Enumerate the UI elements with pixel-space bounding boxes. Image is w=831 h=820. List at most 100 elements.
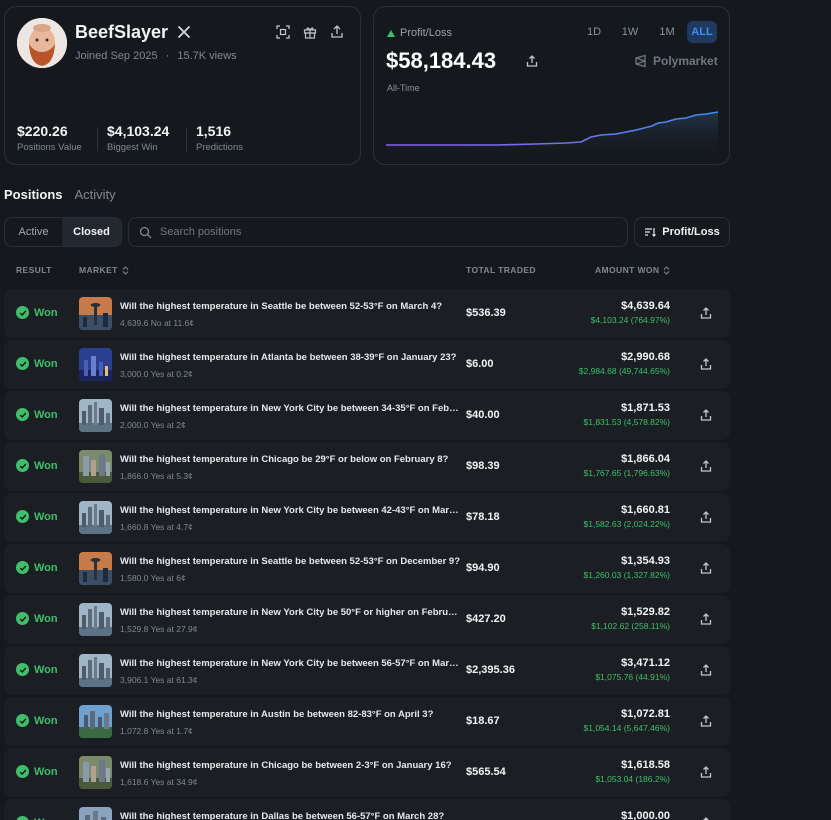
result-text: Won	[34, 459, 58, 472]
share-icon[interactable]	[525, 54, 539, 68]
range-1w[interactable]: 1W	[616, 21, 644, 43]
market-thumbnail-image	[79, 705, 112, 738]
share-icon[interactable]	[699, 306, 713, 320]
share-icon[interactable]	[699, 357, 713, 371]
result-badge: Won	[16, 459, 58, 472]
market-title[interactable]: Will the highest temperature in Atlanta …	[120, 352, 460, 363]
share-icon[interactable]	[699, 510, 713, 524]
table-row[interactable]: Won Will the highest temperature in Chica…	[4, 748, 730, 797]
polymarket-logo-icon	[635, 54, 646, 68]
amount-won: $4,639.64 $4,103.24 (764.97%)	[591, 300, 670, 325]
table-row[interactable]: Won Will the highest temperature in Austi…	[4, 697, 730, 746]
result-badge: Won	[16, 612, 58, 625]
stat-positions-value: $220.26 Positions Value	[17, 123, 82, 153]
divider	[97, 127, 98, 151]
column-label: RESULT	[16, 265, 52, 275]
result-badge: Won	[16, 765, 58, 778]
amount-won: $1,660.81 $1,582.63 (2,024.22%)	[584, 504, 670, 529]
sort-profit-loss-button[interactable]: Profit/Loss	[634, 217, 730, 247]
result-text: Won	[34, 306, 58, 319]
result-badge: Won	[16, 510, 58, 523]
table-row[interactable]: Won Will the highest temperature in Atlan…	[4, 340, 730, 389]
table-row[interactable]: Won Will the highest temperature in Seatt…	[4, 544, 730, 593]
market-title[interactable]: Will the highest temperature in Dallas b…	[120, 811, 460, 820]
stat-label: Predictions	[196, 142, 243, 153]
share-icon[interactable]	[699, 714, 713, 728]
share-icon[interactable]	[699, 765, 713, 779]
search-input[interactable]	[160, 226, 600, 238]
total-traded: $536.39	[466, 307, 506, 319]
share-icon[interactable]	[699, 408, 713, 422]
amount-won: $1,072.81 $1,054.14 (5,647.46%)	[584, 708, 670, 733]
share-icon[interactable]	[699, 663, 713, 677]
share-icon[interactable]	[699, 459, 713, 473]
amount-won: $1,000.00	[621, 810, 670, 820]
check-circle-icon	[16, 765, 29, 778]
column-label: AMOUNT WON	[595, 265, 660, 275]
market-title[interactable]: Will the highest temperature in New York…	[120, 403, 460, 414]
market-title[interactable]: Will the highest temperature in New York…	[120, 607, 460, 618]
range-1m[interactable]: 1M	[653, 21, 681, 43]
check-circle-icon	[16, 561, 29, 574]
amount-gain: $1,053.04 (186.2%)	[595, 774, 670, 784]
table-row[interactable]: Won Will the highest temperature in New Y…	[4, 646, 730, 695]
amount-gain: $1,767.65 (1,796.63%)	[583, 468, 670, 478]
scan-icon[interactable]	[275, 24, 291, 40]
amount-gain: $1,582.63 (2,024.22%)	[583, 519, 670, 529]
total-traded: $94.90	[466, 562, 500, 574]
market-title[interactable]: Will the highest temperature in Seattle …	[120, 556, 460, 567]
market-thumbnail-image	[79, 807, 112, 820]
tab-activity[interactable]: Activity	[75, 187, 116, 202]
market-title[interactable]: Will the highest temperature in Seattle …	[120, 301, 460, 312]
position-detail: 3,000.0 Yes at 0.2¢	[120, 369, 193, 379]
share-icon[interactable]	[329, 24, 345, 40]
gift-icon[interactable]	[302, 24, 318, 40]
avatar[interactable]	[17, 18, 67, 68]
table-row[interactable]: Won Will the highest temperature in Dalla…	[4, 799, 730, 820]
x-social-icon[interactable]	[177, 25, 191, 39]
tab-positions[interactable]: Positions	[4, 187, 63, 202]
position-detail: 2,000.0 Yes at 2¢	[120, 420, 186, 430]
market-thumbnail-image	[79, 297, 112, 330]
share-icon[interactable]	[699, 561, 713, 575]
range-1d[interactable]: 1D	[581, 21, 607, 43]
column-market[interactable]: MARKET	[79, 265, 129, 275]
market-title[interactable]: Will the highest temperature in Austin b…	[120, 709, 460, 720]
view-count: 15.7K views	[177, 50, 237, 62]
market-title[interactable]: Will the highest temperature in New York…	[120, 505, 460, 516]
check-circle-icon	[16, 816, 29, 820]
check-circle-icon	[16, 408, 29, 421]
amount-value: $1,618.58	[621, 759, 670, 771]
position-detail: 3,906.1 Yes at 61.3¢	[120, 675, 198, 685]
table-row[interactable]: Won Will the highest temperature in New Y…	[4, 493, 730, 542]
total-traded: $18.67	[466, 715, 500, 727]
filter-active-button[interactable]: Active	[5, 218, 62, 246]
pnl-card: Profit/Loss $58,184.43 All-Time 1D 1W 1M…	[373, 6, 730, 165]
table-row[interactable]: Won Will the highest temperature in Seatt…	[4, 289, 730, 338]
profile-card: BeefSlayer Joined Sep 2025 · 15.7K views…	[4, 6, 361, 165]
amount-won: $3,471.12 $1,075.76 (44.91%)	[595, 657, 670, 682]
amount-gain: $1,260.03 (1,327.82%)	[583, 570, 670, 580]
search-box	[128, 217, 628, 247]
market-thumbnail-image	[79, 552, 112, 585]
sort-arrows-icon	[122, 265, 129, 275]
market-thumbnail-image	[79, 399, 112, 432]
table-row[interactable]: Won Will the highest temperature in New Y…	[4, 391, 730, 440]
table-row[interactable]: Won Will the highest temperature in New Y…	[4, 595, 730, 644]
filter-closed-button[interactable]: Closed	[62, 218, 121, 246]
market-title[interactable]: Will the highest temperature in New York…	[120, 658, 460, 669]
share-icon[interactable]	[699, 816, 713, 820]
column-amount-won[interactable]: AMOUNT WON	[595, 265, 670, 275]
market-title[interactable]: Will the highest temperature in Chicago …	[120, 454, 460, 465]
share-icon[interactable]	[699, 612, 713, 626]
amount-value: $1,000.00	[621, 810, 670, 820]
range-all[interactable]: ALL	[687, 21, 717, 43]
amount-won: $1,871.53 $1,831.53 (4,578.82%)	[584, 402, 670, 427]
position-detail: 1,072.8 Yes at 1.7¢	[120, 726, 193, 736]
market-title[interactable]: Will the highest temperature in Chicago …	[120, 760, 460, 771]
total-traded: $2,395.36	[466, 664, 515, 676]
brand-text: Polymarket	[653, 54, 718, 68]
table-row[interactable]: Won Will the highest temperature in Chica…	[4, 442, 730, 491]
position-detail: 1,660.8 Yes at 4.7¢	[120, 522, 193, 532]
sort-icon	[645, 228, 657, 237]
